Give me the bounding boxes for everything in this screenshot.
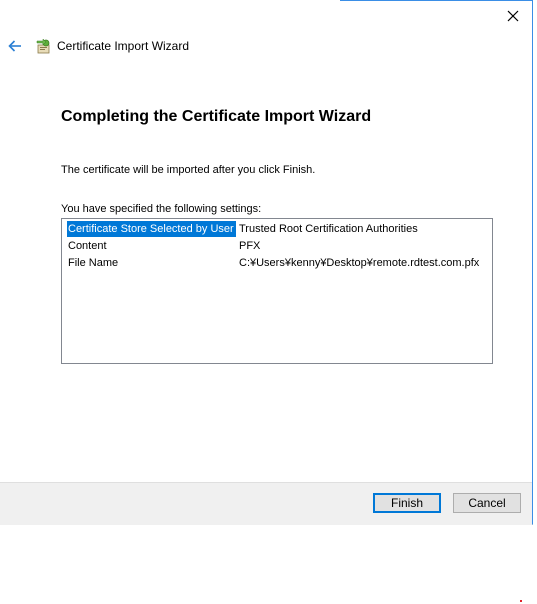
settings-key: Certificate Store Selected by User bbox=[67, 221, 236, 237]
settings-key: File Name bbox=[68, 257, 119, 269]
settings-list[interactable]: Certificate Store Selected by User Trust… bbox=[61, 218, 493, 364]
wizard-window: Certificate Import Wizard Completing the… bbox=[0, 0, 533, 525]
settings-key: Content bbox=[68, 240, 107, 252]
cursor-dot bbox=[520, 600, 522, 602]
settings-value: C:¥Users¥kenny¥Desktop¥remote.rdtest.com… bbox=[239, 257, 480, 269]
close-button[interactable] bbox=[498, 2, 528, 30]
settings-row[interactable]: Content PFX bbox=[62, 238, 492, 254]
close-icon bbox=[507, 10, 519, 22]
certificate-wizard-icon bbox=[36, 38, 50, 54]
cancel-button[interactable]: Cancel bbox=[453, 493, 521, 513]
settings-value: Trusted Root Certification Authorities bbox=[239, 223, 418, 235]
back-button[interactable] bbox=[6, 37, 24, 55]
wizard-title: Certificate Import Wizard bbox=[57, 39, 190, 53]
back-arrow-icon bbox=[8, 40, 21, 52]
page-heading: Completing the Certificate Import Wizard bbox=[61, 108, 372, 125]
footer-bar: Finish Cancel bbox=[0, 482, 532, 525]
info-text: The certificate will be imported after y… bbox=[61, 164, 316, 176]
finish-button[interactable]: Finish bbox=[373, 493, 441, 513]
settings-label: You have specified the following setting… bbox=[61, 203, 262, 215]
settings-value: PFX bbox=[239, 240, 261, 252]
window-top-border bbox=[340, 0, 533, 1]
settings-row[interactable]: Certificate Store Selected by User Trust… bbox=[62, 221, 492, 237]
settings-row[interactable]: File Name C:¥Users¥kenny¥Desktop¥remote.… bbox=[62, 255, 492, 271]
